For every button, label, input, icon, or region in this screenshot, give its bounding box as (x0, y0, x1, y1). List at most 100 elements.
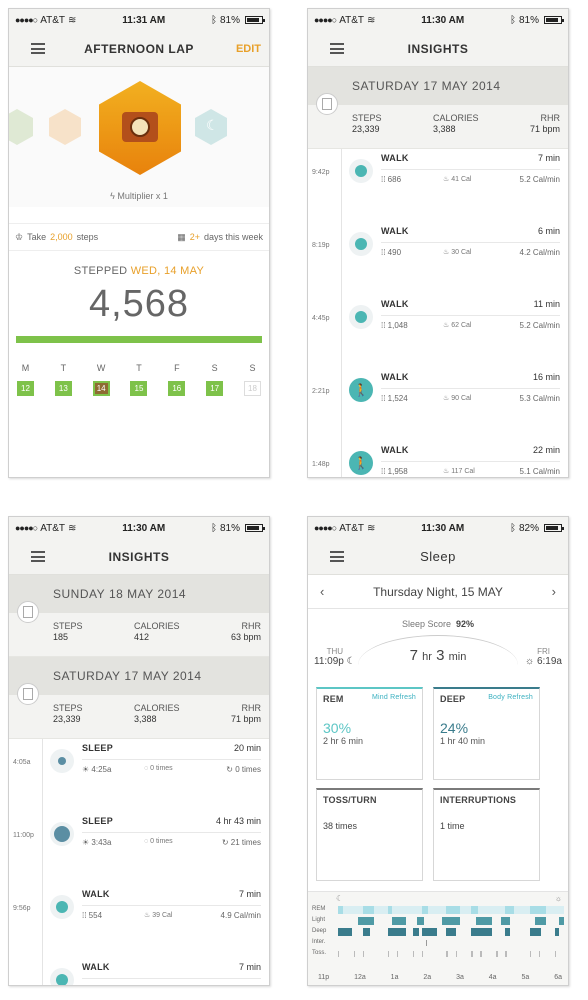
sleep-stage-graph[interactable]: ☾ ☼ 11p 12a 1a 2a 3a 4a 5a 6a REM Light Deep Inter… (308, 891, 568, 985)
graph-segment (471, 951, 473, 957)
page-title: INSIGHTS (407, 41, 469, 56)
footprints-icon: ⁞⁞ (381, 321, 386, 330)
activity-name: WALK (381, 372, 409, 382)
wifi-icon: ≋ (68, 14, 77, 26)
carrier: AT&T (40, 522, 66, 534)
rem-card[interactable]: REM Mind Refresh 30% 2 hr 6 min (316, 687, 423, 780)
activity-row[interactable]: 8:19p WALK 6 min ⁞⁞ 490 ♨ 30 Cal 4.2 Cal/min (308, 222, 568, 295)
night-title: Thursday Night, 15 MAY (373, 584, 503, 599)
activity-duration: 4 hr 43 min (215, 816, 261, 826)
graph-segment (471, 928, 488, 936)
step-count: 4,568 (88, 283, 190, 325)
activity-metric: ⁞⁞ 490 (381, 248, 402, 257)
sun-icon: ☼ (525, 656, 535, 667)
activity-metric: ☀ 4:25a (82, 765, 112, 774)
weekday-label: S (211, 363, 218, 373)
weekday-label: W (96, 363, 106, 373)
day-square[interactable]: 18 (243, 381, 261, 396)
page-title: AFTERNOON LAP (84, 41, 194, 56)
nav-bar: INSIGHTS (308, 31, 568, 67)
status-bar: ●●●●○ AT&T ≋ 11:30 AM ᛒ 81% (9, 517, 269, 539)
day-square[interactable]: 12 (17, 381, 34, 396)
edit-button[interactable]: EDIT (236, 43, 261, 55)
goal-row: ♔ Take 2,000 steps ▦ 2+ days this week (9, 223, 269, 251)
clock: 11:30 AM (122, 522, 166, 534)
day-header[interactable]: SUNDAY 18 MAY 2014 (9, 575, 269, 613)
carrier: AT&T (339, 14, 365, 26)
activity-icon (349, 159, 373, 183)
day-square[interactable]: 15 (130, 381, 148, 396)
graph-segment (534, 917, 546, 925)
graph-lane (338, 906, 564, 914)
badge-carousel[interactable]: ☾ ϟ Multiplier x 1 (9, 67, 269, 207)
badge-hex-icon[interactable] (49, 109, 81, 145)
graph-segment (496, 951, 498, 957)
activity-row[interactable]: WALK 7 min (9, 958, 269, 985)
day-square[interactable]: 14 (92, 381, 110, 396)
step-progress-bar (16, 336, 262, 343)
activity-metric: ⁞⁞ 1,048 (381, 321, 408, 330)
status-bar: ●●●●○ AT&T ≋ 11:30 AM ᛒ 82% (308, 517, 568, 539)
activity-time: 4:05a (13, 759, 31, 766)
activity-time: 1:48p (312, 461, 330, 468)
menu-icon[interactable] (31, 43, 45, 54)
nav-bar: INSIGHTS (9, 539, 269, 575)
activity-row[interactable]: 4:05a SLEEP 20 min ☀ 4:25a ◌ 0 times ↻ 0 time… (9, 739, 269, 812)
page-title: Sleep (420, 549, 456, 564)
activity-time: 9:56p (13, 905, 31, 912)
graph-segment (446, 928, 456, 936)
activity-row[interactable]: 11:00p SLEEP 4 hr 43 min ☀ 3:43a ◌ 0 times ↻ … (9, 812, 269, 885)
graph-lane-label: Inter. (312, 939, 326, 945)
hour-label: 12a (354, 974, 366, 981)
activity-metric: ⁞⁞ 554 (82, 911, 103, 920)
day-square[interactable]: 16 (168, 381, 186, 396)
chevron-left-icon[interactable]: ‹ (320, 584, 324, 599)
chevron-right-icon[interactable]: › (552, 584, 556, 599)
weekday-label: T (136, 363, 142, 373)
interruptions-card[interactable]: INTERRUPTIONS 1 time (433, 788, 540, 881)
day-square[interactable]: 17 (206, 381, 224, 396)
menu-icon[interactable] (330, 551, 344, 562)
graph-segment (421, 928, 438, 936)
status-bar: ●●●●○ AT&T ≋ 11:31 AM ᛒ 81% (9, 9, 269, 31)
battery-level: 81% (219, 522, 240, 534)
document-icon (316, 93, 338, 115)
menu-icon[interactable] (31, 551, 45, 562)
menu-icon[interactable] (330, 43, 344, 54)
deep-percent: 24% (440, 720, 469, 736)
day-header[interactable]: SATURDAY 17 MAY 2014 (9, 657, 269, 695)
rem-duration: 2 hr 6 min (323, 736, 364, 746)
toss-turn-card[interactable]: TOSS/TURN 38 times (316, 788, 423, 881)
activity-row[interactable]: 2:21p 🚶 WALK 16 min ⁞⁞ 1,524 ♨ 90 Cal 5.3 Cal/… (308, 368, 568, 441)
moon-icon: ☾ (206, 117, 219, 133)
graph-segment (554, 951, 557, 957)
graph-segment (387, 906, 393, 914)
activity-time: 8:19p (312, 242, 330, 249)
activity-time: 11:00p (13, 832, 34, 839)
activity-row[interactable]: 1:48p 🚶 WALK 22 min ⁞⁞ 1,958 ♨ 117 Cal 5.1 Cal… (308, 441, 568, 477)
graph-segment (421, 906, 429, 914)
activity-row[interactable]: 4:45p WALK 11 min ⁞⁞ 1,048 ♨ 62 Cal 5.2 Cal/m… (308, 295, 568, 368)
deep-card[interactable]: DEEP Body Refresh 24% 1 hr 40 min (433, 687, 540, 780)
bluetooth-icon: ᛒ (210, 14, 217, 26)
activity-row[interactable]: 9:42p WALK 7 min ⁞⁞ 686 ♨ 41 Cal 5.2 Cal/min (308, 149, 568, 222)
battery-icon (245, 524, 265, 532)
week-day-selector[interactable]: 12 13 14 15 16 17 18 (9, 381, 269, 396)
graph-segment (539, 951, 541, 957)
rem-percent: 30% (323, 720, 352, 736)
signal-icon: ●●●●○ (15, 523, 38, 533)
sun-icon: ☼ (554, 894, 562, 903)
badge-hex-icon[interactable] (9, 109, 33, 145)
sleep-duration-arc: THU 11:09p ☾ 7 hr 3 min FRI ☼ 6:19a (308, 631, 568, 679)
day-stats: STEPS 23,339 CALORIES 3,388 RHR 71 bpm (9, 683, 269, 739)
activity-metric: ♨ 41 Cal (443, 176, 472, 183)
activity-icon: 🚶 (349, 378, 373, 402)
battery-level: 81% (518, 14, 539, 26)
graph-lane-label: Deep (312, 928, 327, 934)
activity-metric: 5.3 Cal/min (519, 394, 560, 403)
day-square[interactable]: 13 (54, 381, 72, 396)
activity-row[interactable]: 9:56p WALK 7 min ⁞⁞ 554 ♨ 39 Cal 4.9 Cal/min (9, 885, 269, 958)
day-header[interactable]: SATURDAY 17 MAY 2014 (308, 67, 568, 105)
graph-lane (338, 928, 564, 936)
graph-segment (353, 951, 356, 957)
